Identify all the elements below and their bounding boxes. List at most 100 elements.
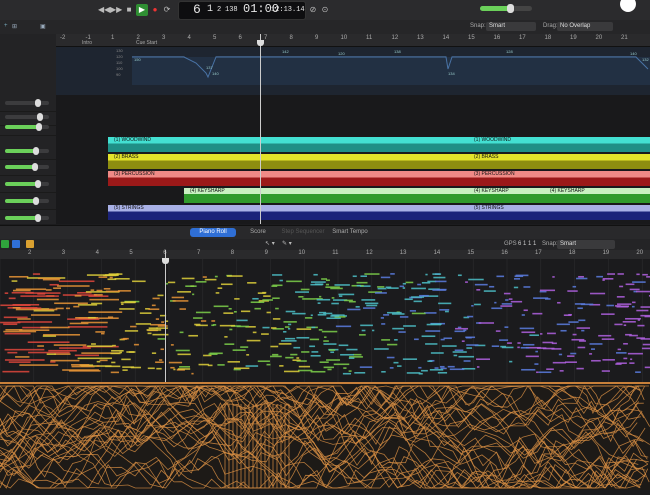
midi-note[interactable] [17,321,53,323]
midi-note[interactable] [589,353,593,355]
playhead-handle[interactable] [257,40,264,46]
midi-note[interactable] [513,278,521,280]
midi-note[interactable] [402,358,418,360]
midi-note[interactable] [283,321,297,323]
midi-note[interactable] [254,307,261,310]
midi-note[interactable] [424,312,437,314]
midi-note[interactable] [614,323,623,326]
midi-note[interactable] [331,297,335,299]
midi-note[interactable] [236,325,249,328]
midi-note[interactable] [9,275,29,278]
midi-note[interactable] [93,294,103,296]
midi-note[interactable] [499,339,509,341]
midi-note[interactable] [622,321,636,323]
midi-note[interactable] [440,338,445,341]
midi-note[interactable] [91,343,96,345]
tab-smart-tempo[interactable]: Smart Tempo [328,228,372,237]
rewind-icon[interactable]: ◀◀ [98,4,110,16]
midi-note[interactable] [520,346,530,349]
midi-note[interactable] [437,371,448,374]
midi-note[interactable] [602,359,615,361]
midi-note[interactable] [272,318,281,320]
midi-note[interactable] [263,295,271,297]
midi-note[interactable] [214,275,218,278]
midi-note[interactable] [300,288,310,291]
midi-note[interactable] [45,289,52,291]
midi-note[interactable] [321,330,338,333]
midi-note[interactable] [275,307,279,310]
midi-note[interactable] [417,283,422,286]
midi-note[interactable] [333,363,350,366]
midi-note[interactable] [366,304,378,307]
midi-note[interactable] [101,332,105,335]
midi-note[interactable] [342,372,352,375]
midi-note[interactable] [361,329,366,332]
midi-note[interactable] [491,345,500,348]
midi-note[interactable] [126,351,136,353]
midi-note[interactable] [271,285,278,287]
midi-note[interactable] [381,339,391,341]
midi-note[interactable] [151,304,156,307]
midi-note[interactable] [547,332,556,335]
midi-note[interactable] [590,348,595,350]
midi-note[interactable] [353,353,362,356]
midi-note[interactable] [236,319,248,322]
track-header[interactable] [0,175,56,193]
midi-note[interactable] [507,342,512,344]
midi-note[interactable] [476,358,491,361]
midi-note[interactable] [607,273,616,275]
master-volume-slider[interactable] [480,4,532,13]
midi-note[interactable] [96,360,101,363]
midi-note[interactable] [0,321,21,324]
midi-note[interactable] [576,327,591,329]
midi-note[interactable] [91,302,103,305]
midi-note[interactable] [409,310,416,312]
midi-note[interactable] [642,273,648,276]
global-tracks-icon[interactable]: ▣ [40,23,46,30]
midi-note[interactable] [121,303,124,306]
midi-note[interactable] [112,344,116,347]
midi-note[interactable] [211,320,216,322]
midi-note[interactable] [107,278,117,281]
midi-note[interactable] [474,283,488,286]
midi-note[interactable] [636,337,645,339]
tuner-icon[interactable]: ⊙ [320,4,330,16]
catch-icon[interactable] [12,240,20,248]
midi-note[interactable] [95,331,105,333]
track-header[interactable] [0,158,56,176]
midi-note[interactable] [228,308,232,310]
midi-note[interactable] [88,311,123,313]
midi-note[interactable] [505,299,509,301]
midi-note[interactable] [551,342,557,345]
midi-note[interactable] [309,345,316,348]
midi-note[interactable] [397,365,402,367]
region[interactable]: (4) KEYSHARP (4) KEYSHARP (4) KEYSHARP [184,188,650,203]
midi-note[interactable] [292,359,301,361]
midi-note[interactable] [364,302,379,305]
midi-note[interactable] [122,369,128,371]
editor-snap-dropdown[interactable]: Smart [557,240,615,249]
midi-note[interactable] [59,347,91,349]
editor-playhead-handle[interactable] [162,258,169,264]
midi-note[interactable] [463,360,471,362]
midi-note[interactable] [296,357,300,359]
midi-note[interactable] [296,328,312,330]
midi-note[interactable] [465,281,468,283]
midi-note[interactable] [223,312,234,314]
midi-note[interactable] [560,329,567,332]
midi-note[interactable] [150,323,167,326]
midi-note[interactable] [211,324,215,327]
midi-note[interactable] [478,322,495,324]
midi-note[interactable] [601,313,615,315]
midi-note[interactable] [466,344,479,346]
midi-note[interactable] [202,276,207,278]
midi-note[interactable] [538,371,552,374]
midi-note[interactable] [632,301,636,304]
cycle-icon[interactable]: ⟳ [162,4,172,16]
midi-note[interactable] [266,363,271,366]
midi-note[interactable] [625,317,641,320]
midi-note[interactable] [310,281,326,283]
midi-note[interactable] [285,337,296,340]
midi-note[interactable] [539,289,556,292]
midi-note[interactable] [627,352,643,355]
